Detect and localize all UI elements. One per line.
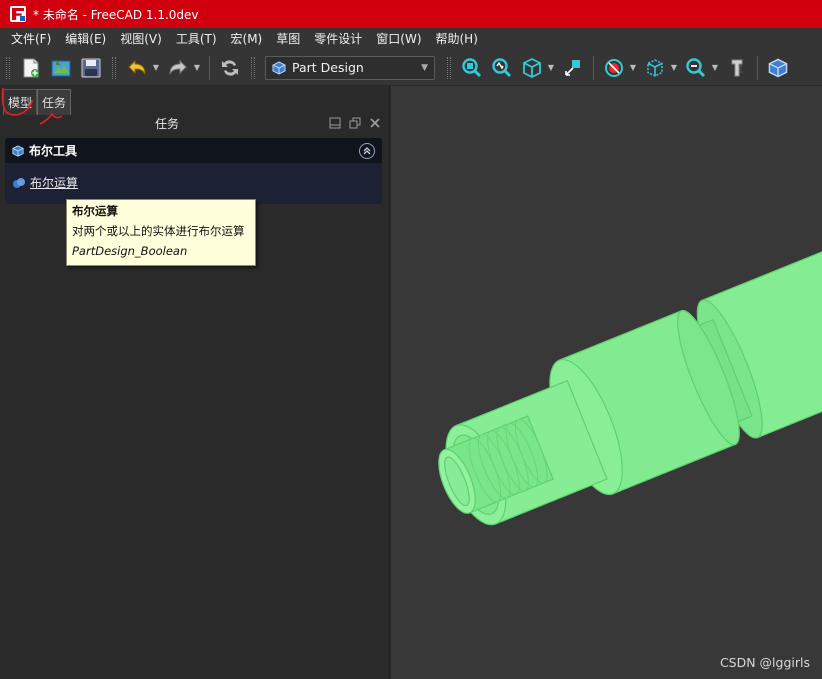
- draw-style-dropdown-arrow[interactable]: ▼: [629, 55, 637, 81]
- part-design-body-button[interactable]: [765, 55, 791, 81]
- undo-dropdown-arrow[interactable]: ▼: [152, 55, 160, 81]
- new-document-icon: [23, 58, 39, 77]
- close-icon: [370, 118, 380, 128]
- float-panel-button[interactable]: [348, 116, 362, 130]
- part-design-icon: [272, 60, 286, 75]
- save-icon: [81, 58, 101, 77]
- refresh-icon: [222, 59, 238, 76]
- close-panel-button[interactable]: [368, 116, 382, 130]
- zoom-button[interactable]: [683, 55, 709, 81]
- toolbar-grip[interactable]: [6, 56, 10, 79]
- chevron-down-icon: ▼: [421, 62, 428, 73]
- freecad-logo-icon: [10, 6, 26, 22]
- watermark-text: CSDN @lggirls: [719, 655, 810, 670]
- menu-help[interactable]: 帮助(H): [429, 28, 485, 50]
- isometric-view-icon: [523, 57, 541, 78]
- taskbox-header[interactable]: 布尔工具: [5, 138, 382, 163]
- isometric-view-button[interactable]: [519, 55, 545, 81]
- view-dropdown-arrow[interactable]: ▼: [547, 55, 555, 81]
- menu-edit[interactable]: 编辑(E): [58, 28, 113, 50]
- toolbar-separator: [757, 55, 758, 80]
- workbench-selector[interactable]: Part Design ▼: [265, 55, 435, 80]
- undo-icon: [128, 59, 146, 74]
- toolbar-grip[interactable]: [447, 56, 451, 79]
- part-design-icon: [12, 144, 24, 157]
- 3d-view[interactable]: CSDN @lggirls: [391, 86, 822, 679]
- menu-part-design[interactable]: 零件设计: [307, 28, 369, 50]
- save-button[interactable]: [78, 55, 104, 81]
- main-toolbar: ▼ ▼ Part Design ▼ ▼ ▼ ▼ ▼: [0, 50, 822, 86]
- draw-style-icon: [605, 58, 623, 77]
- bounding-box-button[interactable]: [642, 55, 668, 81]
- taskbox-title: 布尔工具: [29, 144, 78, 158]
- redo-dropdown-arrow[interactable]: ▼: [193, 55, 201, 81]
- zoom-dropdown-arrow[interactable]: ▼: [711, 55, 719, 81]
- new-document-button[interactable]: [18, 55, 44, 81]
- part-design-icon: [768, 58, 788, 77]
- fit-selection-icon: [492, 57, 512, 77]
- undo-button[interactable]: [124, 55, 150, 81]
- fit-selection-button[interactable]: [489, 55, 515, 81]
- menu-window[interactable]: 窗口(W): [369, 28, 428, 50]
- float-icon: [349, 117, 361, 129]
- menu-sketch[interactable]: 草图: [269, 28, 307, 50]
- measure-button[interactable]: [724, 55, 750, 81]
- refresh-button[interactable]: [217, 55, 243, 81]
- minimize-icon: [329, 117, 341, 129]
- open-file-button[interactable]: [48, 55, 74, 81]
- bounding-box-icon: [647, 58, 663, 77]
- panel-title: 任务: [154, 117, 179, 131]
- bounding-box-dropdown-arrow[interactable]: ▼: [670, 55, 678, 81]
- redo-icon: [169, 59, 187, 74]
- redo-button[interactable]: [165, 55, 191, 81]
- collapse-button[interactable]: [359, 142, 375, 159]
- title-bar: * 未命名 - FreeCAD 1.1.0dev: [0, 0, 822, 28]
- fit-all-icon: [462, 57, 482, 77]
- tooltip-title: 布尔运算: [72, 204, 118, 218]
- boolean-icon: [13, 177, 25, 188]
- toolbar-separator: [209, 55, 210, 80]
- toolbar-separator: [593, 55, 594, 80]
- taskbox-body: 布尔运算: [5, 163, 382, 202]
- open-file-icon: [51, 59, 71, 76]
- minimize-panel-button[interactable]: [328, 116, 342, 130]
- menu-tools[interactable]: 工具(T): [169, 28, 224, 50]
- tooltip-description: 对两个或以上的实体进行布尔运算: [72, 224, 245, 238]
- 3d-model: [438, 247, 822, 526]
- dock-buttons: [328, 116, 382, 130]
- combo-view-tabs: 模型 任务: [3, 89, 72, 115]
- workbench-label: Part Design: [292, 60, 364, 75]
- fit-all-button[interactable]: [459, 55, 485, 81]
- measure-icon: [731, 59, 743, 76]
- view-front-icon: [565, 59, 580, 76]
- boolean-tooltip: 布尔运算 对两个或以上的实体进行布尔运算 PartDesign_Boolean: [66, 199, 256, 266]
- combo-view-panel: 模型 任务 任务 布尔工具 布尔运算: [0, 86, 390, 679]
- toolbar-grip[interactable]: [112, 56, 116, 79]
- view-front-button[interactable]: [560, 55, 586, 81]
- draw-style-button[interactable]: [601, 55, 627, 81]
- window-title: * 未命名 - FreeCAD 1.1.0dev: [33, 7, 199, 22]
- zoom-icon: [686, 57, 706, 77]
- boolean-operation-link[interactable]: 布尔运算: [30, 174, 78, 191]
- tab-task[interactable]: 任务: [37, 89, 72, 115]
- menu-file[interactable]: 文件(F): [4, 28, 58, 50]
- menu-bar: 文件(F) 编辑(E) 视图(V) 工具(T) 宏(M) 草图 零件设计 窗口(…: [0, 28, 822, 50]
- panel-header: 任务: [0, 115, 390, 133]
- menu-view[interactable]: 视图(V): [113, 28, 169, 50]
- toolbar-grip[interactable]: [251, 56, 255, 79]
- boolean-tools-taskbox: 布尔工具 布尔运算: [5, 138, 382, 204]
- tooltip-command: PartDesign_Boolean: [72, 244, 188, 258]
- chevron-up-icon: [363, 146, 371, 154]
- menu-macro[interactable]: 宏(M): [224, 28, 270, 50]
- tab-model[interactable]: 模型: [3, 89, 38, 115]
